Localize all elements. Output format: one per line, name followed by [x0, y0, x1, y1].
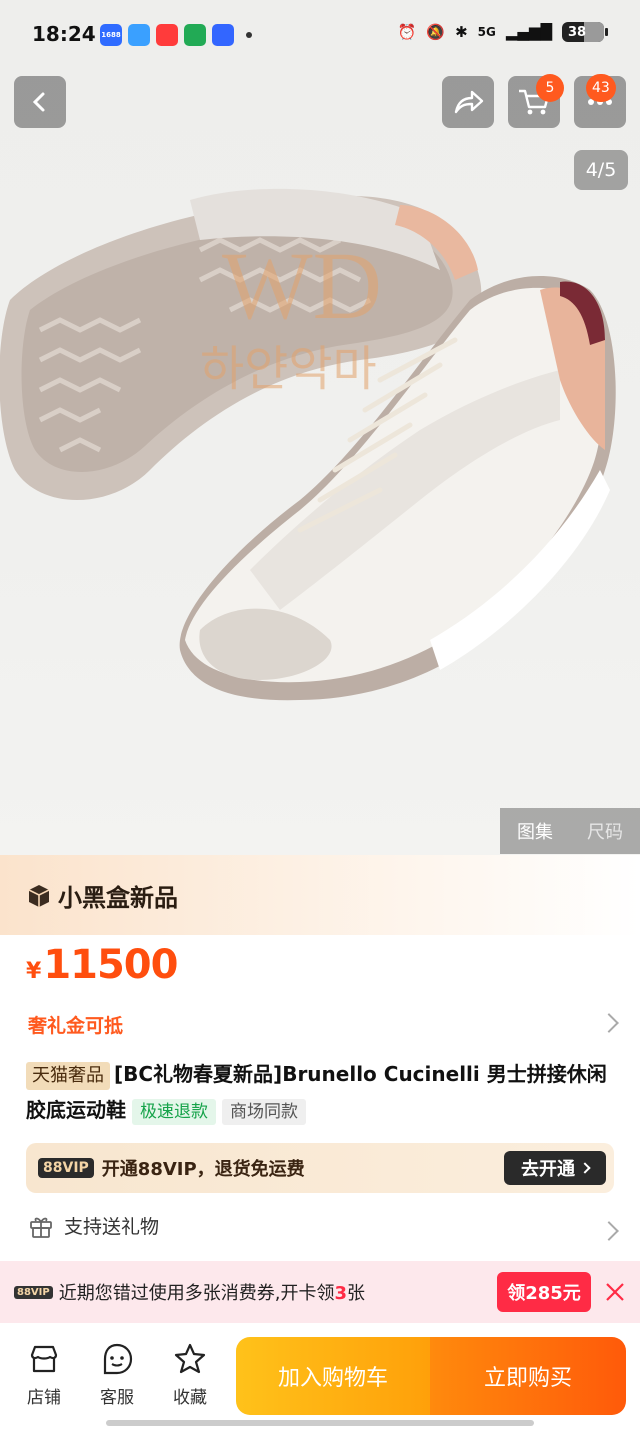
store-label: 店铺 [27, 1388, 61, 1408]
tmall-luxury-tag: 天猫奢品 [26, 1062, 110, 1090]
home-indicator[interactable] [106, 1420, 534, 1426]
price-value: 11500 [43, 942, 178, 988]
share-icon [454, 90, 484, 114]
product-title-text: [BC礼物春夏新品]Brunello Cucinelli 男士拼接休闲胶底运动鞋 [26, 1062, 607, 1122]
status-time: 18:24 [32, 22, 96, 46]
store-tab[interactable]: 店铺 [14, 1341, 74, 1408]
chevron-right-icon [599, 1013, 619, 1033]
network-label: 5G [477, 25, 496, 39]
favorite-label: 收藏 [173, 1388, 207, 1408]
product-title: 天猫奢品 [BC礼物春夏新品]Brunello Cucinelli 男士拼接休闲胶… [26, 1056, 616, 1128]
watermark-text: 하얀악마 [200, 341, 377, 397]
cart-count-badge: 5 [536, 74, 564, 102]
service-icon [103, 1343, 133, 1375]
notification-icons: 1688 [100, 24, 252, 46]
app-icon [156, 24, 178, 46]
status-bar: 18:24 1688 ⏰ 🔕 ✱ 5G ▂▄▆█ 38 [0, 0, 640, 72]
close-icon[interactable] [604, 1281, 626, 1303]
gift-icon [30, 1217, 52, 1238]
gallery-tabs: 图集 尺码 [500, 808, 640, 854]
watermark-logo: WD [222, 232, 382, 339]
box-icon [28, 884, 50, 907]
baidu-icon [212, 24, 234, 46]
claim-coupon-button[interactable]: 领285元 [497, 1272, 591, 1312]
image-pager: 4/5 [574, 150, 628, 190]
signal-icon: ▂▄▆█ [505, 23, 552, 41]
favorite-tab[interactable]: 收藏 [160, 1341, 220, 1408]
customer-service-tab[interactable]: 客服 [87, 1341, 147, 1408]
tab-gallery[interactable]: 图集 [517, 818, 553, 844]
alarm-icon: ⏰ [397, 23, 417, 41]
message-count-badge: 43 [586, 74, 616, 102]
bluetooth-icon: ✱ [455, 23, 468, 41]
share-button[interactable] [442, 76, 494, 128]
sneaker-illustration: WD 하얀악마 [0, 188, 616, 701]
price: ¥ 11500 [26, 942, 178, 988]
coupon-bar[interactable]: 88VIP 近期您错过使用多张消费券,开卡领3张 领285元 [0, 1261, 640, 1323]
chevron-left-icon [32, 92, 45, 112]
gift-support-row[interactable]: 支持送礼物 [28, 1212, 159, 1239]
chevron-right-icon [579, 1162, 591, 1174]
back-button[interactable] [14, 76, 66, 128]
watermark: WD 하얀악마 [200, 232, 382, 397]
open-vip-label: 去开通 [521, 1159, 575, 1180]
1688-app-icon: 1688 [100, 24, 122, 46]
vip-promo-row[interactable]: 88VIP 开通88VIP，退货免运费 去开通 [26, 1143, 614, 1193]
star-icon [174, 1343, 206, 1374]
buy-now-button[interactable]: 立即购买 [430, 1337, 626, 1415]
bottom-action-bar: 店铺 客服 收藏 加入购物车 立即购买 [0, 1323, 640, 1429]
coupon-text: 近期您错过使用多张消费券,开卡领3张 [58, 1283, 365, 1304]
gift-support-label: 支持送礼物 [64, 1216, 160, 1238]
mall-same-tag: 商场同款 [222, 1099, 306, 1125]
vip-promo-text: 开通88VIP，退货免运费 [101, 1159, 305, 1180]
channel-label: 小黑盒新品 [26, 878, 178, 913]
app-icon [128, 24, 150, 46]
service-label: 客服 [100, 1388, 134, 1408]
tab-size[interactable]: 尺码 [587, 818, 623, 844]
gift-credit-row[interactable]: 奢礼金可抵 [28, 1011, 123, 1038]
currency-symbol: ¥ [26, 959, 42, 984]
88vip-badge: 88VIP [38, 1158, 94, 1178]
store-icon [30, 1345, 58, 1373]
product-image[interactable]: WD 하얀악마 [0, 0, 640, 855]
open-vip-button[interactable]: 去开通 [504, 1151, 606, 1185]
mute-icon: 🔕 [426, 23, 446, 41]
more-notifications-dot [246, 32, 252, 38]
system-status: ⏰ 🔕 ✱ 5G ▂▄▆█ 38 [397, 22, 608, 42]
battery-icon: 38 [562, 22, 608, 42]
fast-refund-tag: 极速退款 [132, 1099, 216, 1125]
app-icon [184, 24, 206, 46]
88vip-small-badge: 88VIP [14, 1285, 53, 1299]
chevron-right-icon [599, 1221, 619, 1241]
cart-button[interactable]: 5 [508, 74, 564, 128]
channel-name: 小黑盒新品 [58, 884, 178, 912]
more-button[interactable]: 43 [574, 74, 626, 128]
add-to-cart-button[interactable]: 加入购物车 [236, 1337, 430, 1415]
